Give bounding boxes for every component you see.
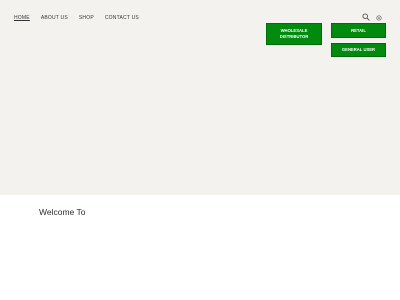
welcome-heading: Welcome To (39, 207, 86, 217)
wholesale-distributor-button[interactable]: WHOLESALE DISTRIBUTOR (266, 23, 322, 45)
nav-item-home[interactable]: HOME (14, 15, 30, 21)
retail-button[interactable]: RETAIL (331, 23, 386, 38)
search-icon[interactable] (362, 13, 370, 21)
nav-item-contact-us[interactable]: CONTACT US (105, 15, 139, 21)
nav-item-about-us[interactable]: ABOUT US (41, 15, 68, 21)
gear-icon[interactable] (376, 15, 382, 21)
nav-item-shop[interactable]: SHOP (79, 15, 94, 21)
main-nav: HOME ABOUT US SHOP CONTACT US (14, 15, 139, 21)
general-user-button[interactable]: GENERAL USER (331, 43, 386, 57)
wholesale-label-line2: DISTRIBUTOR (279, 34, 309, 39)
